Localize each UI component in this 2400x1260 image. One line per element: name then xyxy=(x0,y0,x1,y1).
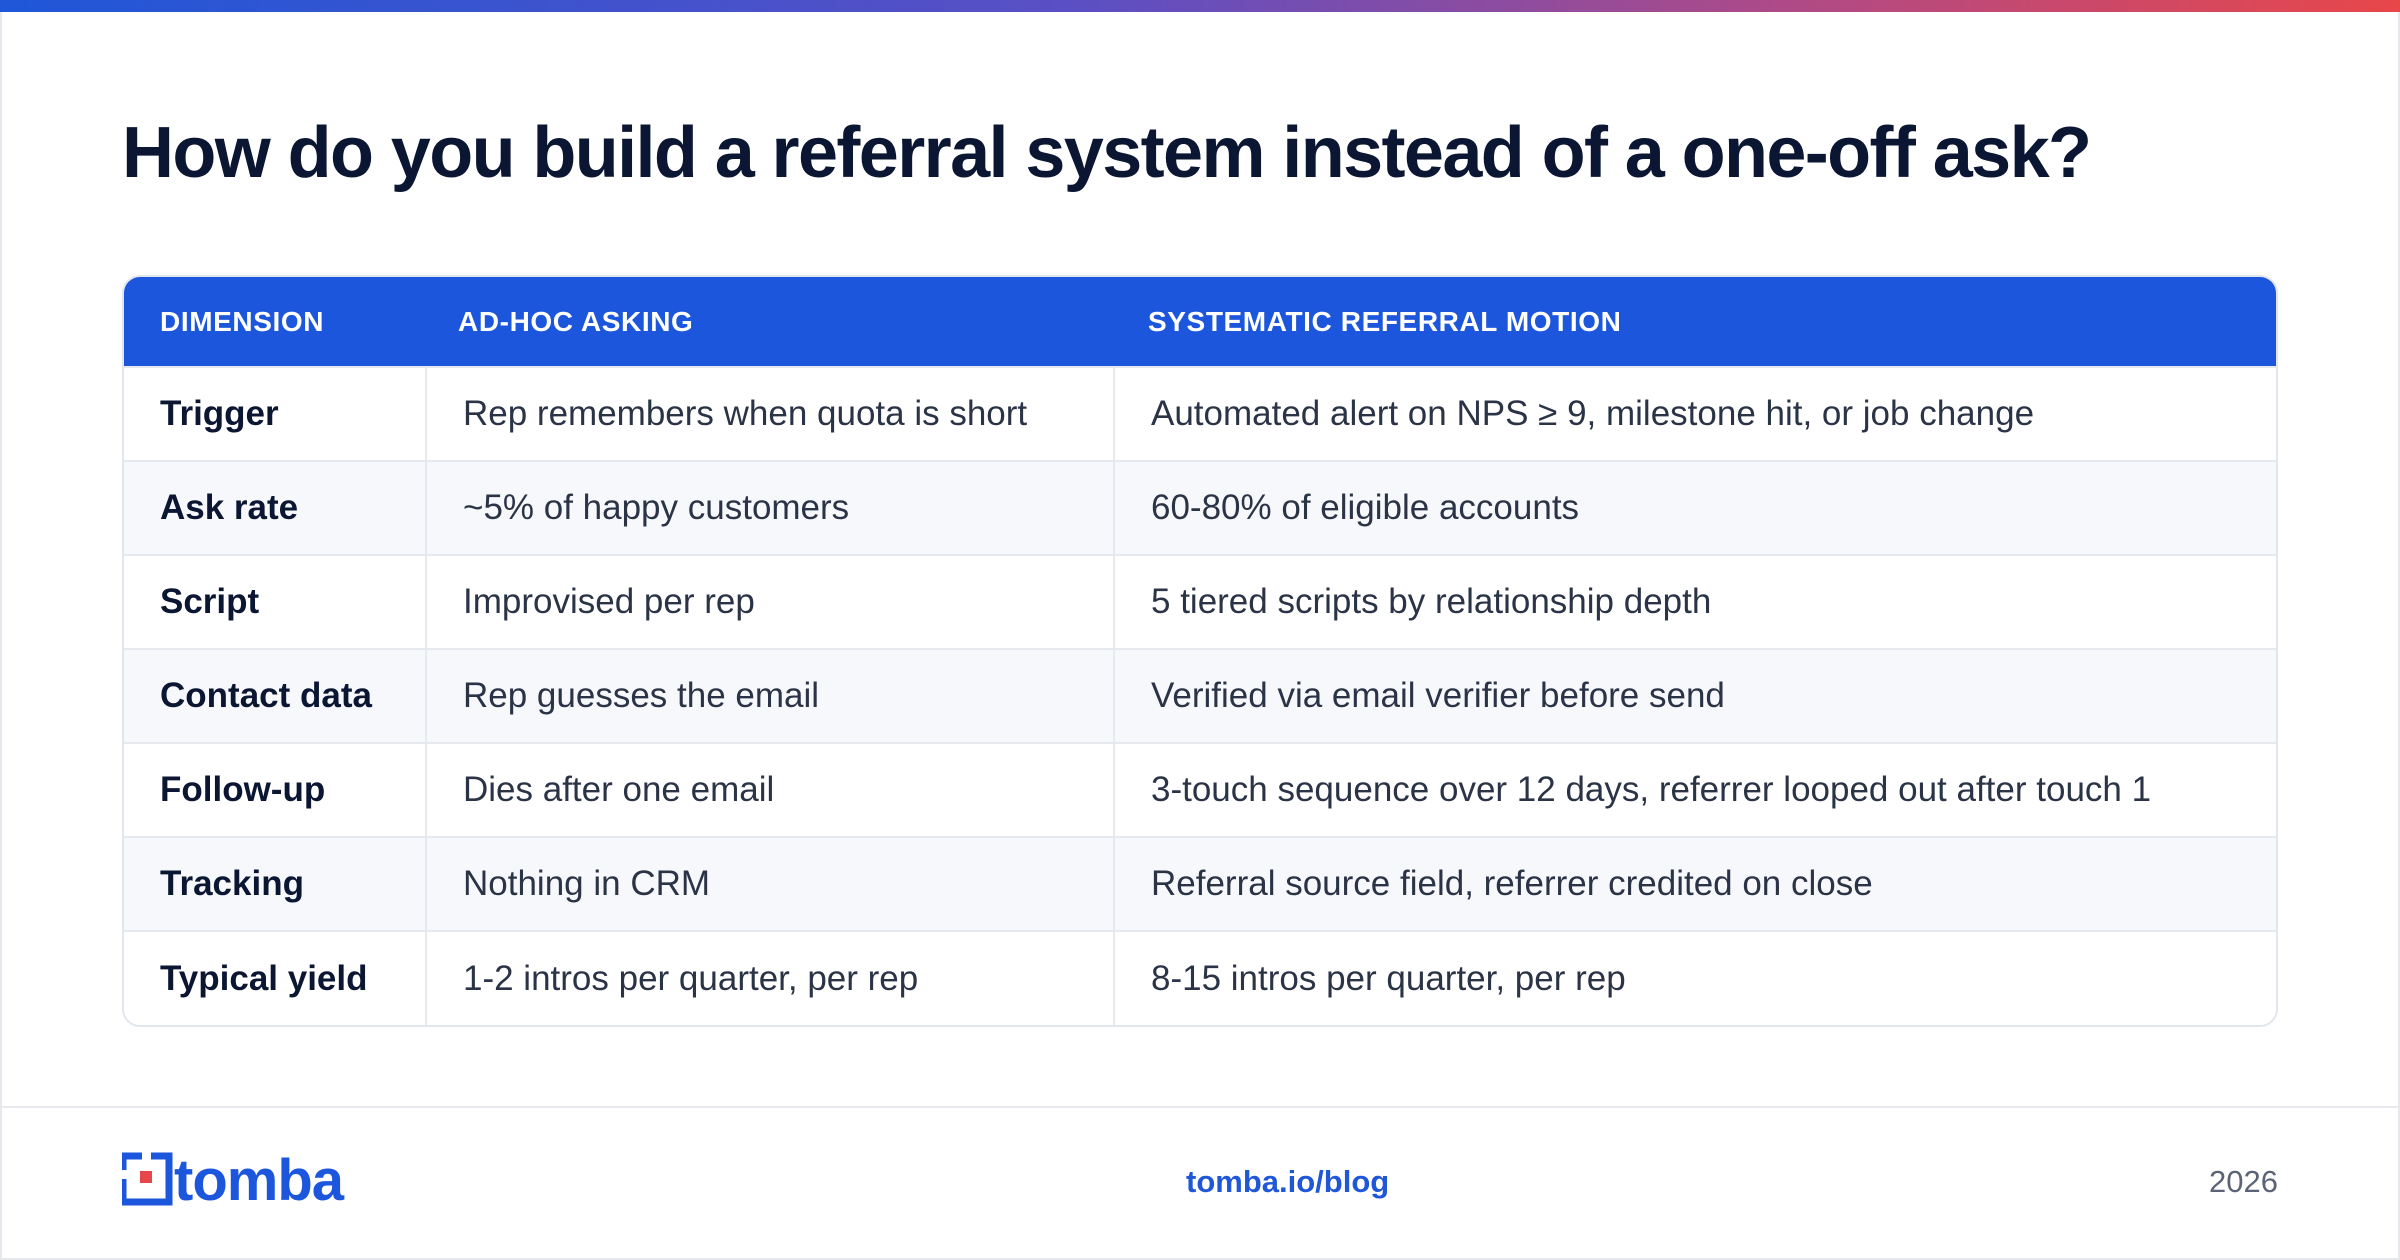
page-title: How do you build a referral system inste… xyxy=(122,113,2092,193)
blog-link[interactable]: tomba.io/blog xyxy=(1186,1164,1389,1200)
row-adhoc: ~5% of happy customers xyxy=(425,460,1114,555)
comparison-table: DIMENSION AD-HOC ASKING SYSTEMATIC REFER… xyxy=(122,275,2278,1027)
row-dimension: Script xyxy=(124,554,426,649)
svg-text:tomba: tomba xyxy=(174,1152,345,1208)
gradient-accent-bar xyxy=(0,0,2400,12)
row-adhoc: Dies after one email xyxy=(425,742,1114,837)
tomba-logo-icon: tomba xyxy=(122,1152,346,1208)
row-adhoc: 1-2 intros per quarter, per rep xyxy=(425,930,1114,1025)
row-adhoc: Improvised per rep xyxy=(425,554,1114,649)
table-row: Tracking Nothing in CRM Referral source … xyxy=(124,836,2276,931)
row-dimension: Ask rate xyxy=(124,460,426,555)
table-row: Contact data Rep guesses the email Verif… xyxy=(124,648,2276,743)
row-adhoc: Rep guesses the email xyxy=(425,648,1114,743)
header-dimension: DIMENSION xyxy=(124,277,426,367)
header-adhoc-asking: AD-HOC ASKING xyxy=(426,277,1114,367)
row-systematic: Referral source field, referrer credited… xyxy=(1113,836,2276,931)
table-row: Ask rate ~5% of happy customers 60-80% o… xyxy=(124,460,2276,555)
row-adhoc: Rep remembers when quota is short xyxy=(425,366,1114,461)
row-dimension: Tracking xyxy=(124,836,426,931)
row-dimension: Typical yield xyxy=(124,930,426,1025)
row-adhoc: Nothing in CRM xyxy=(425,836,1114,931)
row-dimension: Contact data xyxy=(124,648,426,743)
table-row: Follow-up Dies after one email 3-touch s… xyxy=(124,742,2276,837)
row-systematic: 60-80% of eligible accounts xyxy=(1113,460,2276,555)
row-dimension: Follow-up xyxy=(124,742,426,837)
row-systematic: 5 tiered scripts by relationship depth xyxy=(1113,554,2276,649)
row-systematic: 8-15 intros per quarter, per rep xyxy=(1113,930,2276,1025)
header-systematic-referral: SYSTEMATIC REFERRAL MOTION xyxy=(1114,277,2276,367)
tomba-logo[interactable]: tomba xyxy=(122,1152,378,1208)
footer-year: 2026 xyxy=(2209,1164,2278,1199)
table-header-row: DIMENSION AD-HOC ASKING SYSTEMATIC REFER… xyxy=(124,277,2276,367)
row-dimension: Trigger xyxy=(124,366,426,461)
table-row: Script Improvised per rep 5 tiered scrip… xyxy=(124,554,2276,649)
row-systematic: Automated alert on NPS ≥ 9, milestone hi… xyxy=(1113,366,2276,461)
row-systematic: Verified via email verifier before send xyxy=(1113,648,2276,743)
row-systematic: 3-touch sequence over 12 days, referrer … xyxy=(1113,742,2276,837)
footer-divider xyxy=(0,1106,2400,1108)
table-row: Trigger Rep remembers when quota is shor… xyxy=(124,366,2276,461)
table-row: Typical yield 1-2 intros per quarter, pe… xyxy=(124,930,2276,1025)
